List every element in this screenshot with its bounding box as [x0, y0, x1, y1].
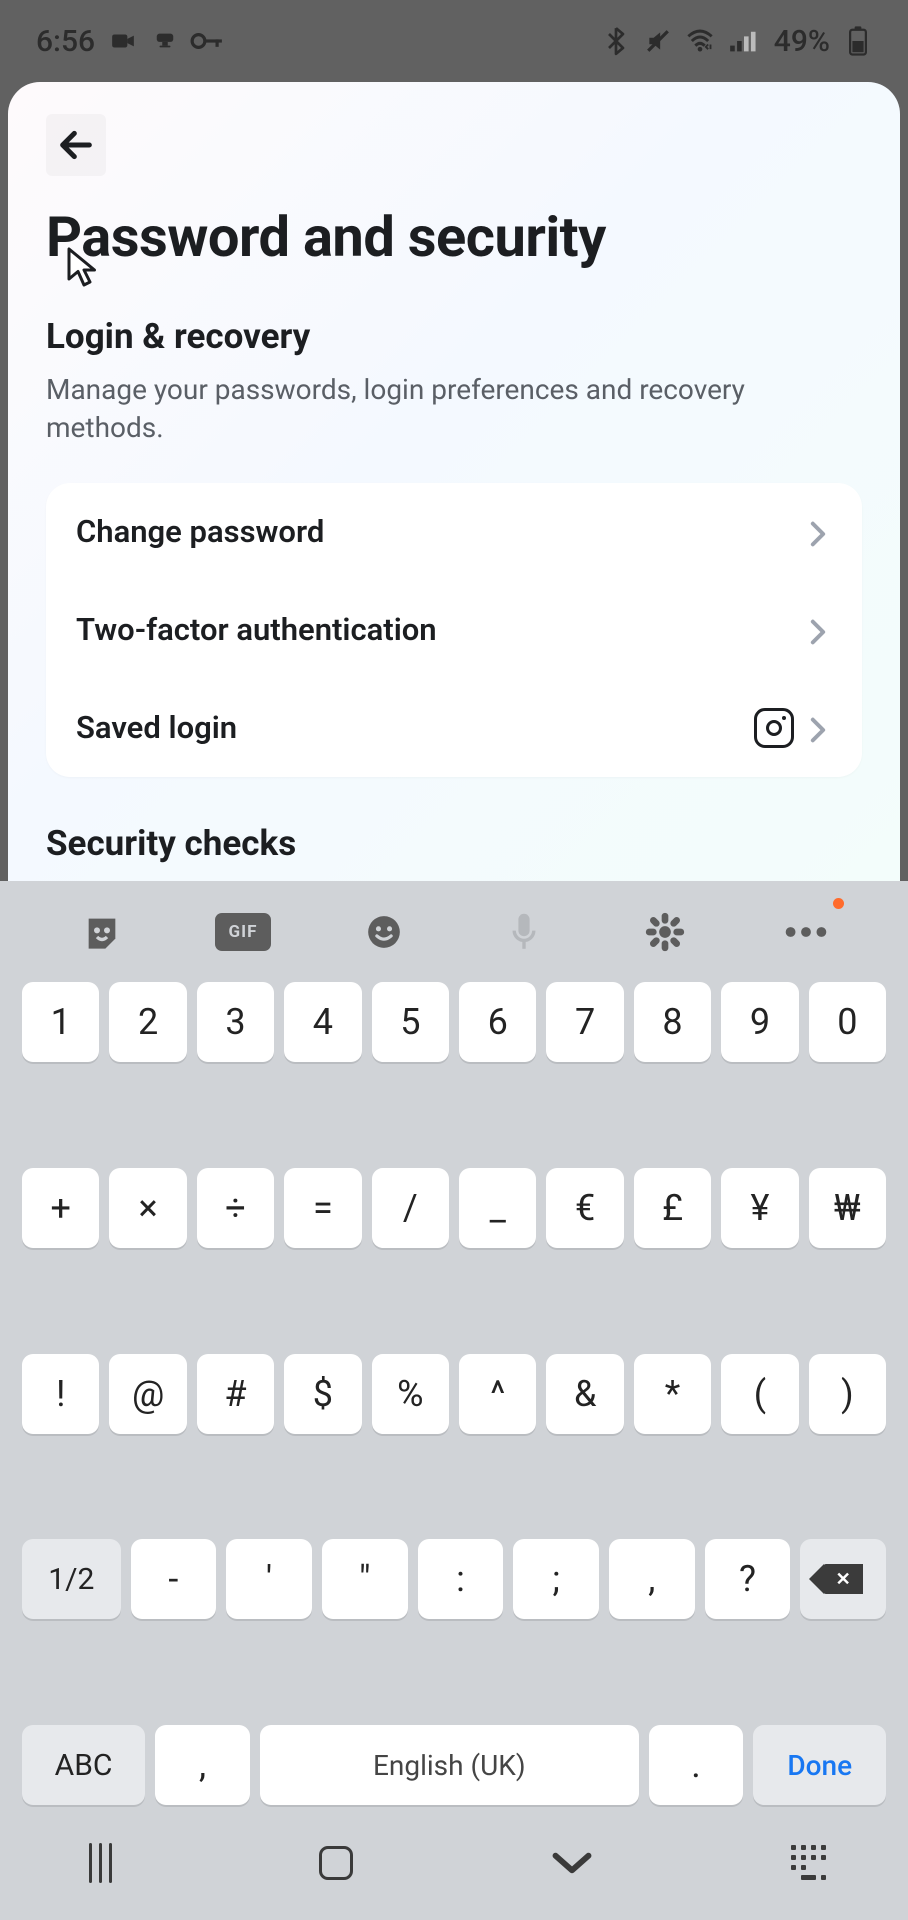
status-bar: 6:56 49%: [0, 0, 908, 82]
key-9[interactable]: 9: [721, 982, 798, 1062]
gif-icon[interactable]: GIF: [215, 904, 271, 960]
section-security-title: Security checks: [46, 823, 862, 864]
key-"[interactable]: ": [322, 1539, 408, 1619]
keyboard: GIF 1234567890 +×÷=/_€£¥₩ !@#$%^&*() 1/2…: [0, 881, 908, 1920]
key-:[interactable]: :: [418, 1539, 504, 1619]
chevron-right-icon: [810, 717, 832, 739]
key-5[interactable]: 5: [372, 982, 449, 1062]
signal-icon: [728, 27, 760, 55]
key-abc[interactable]: ABC: [22, 1725, 145, 1805]
key-0[interactable]: 0: [809, 982, 886, 1062]
key-backspace[interactable]: ✕: [800, 1539, 886, 1619]
key-space[interactable]: English (UK): [260, 1725, 639, 1805]
key-2[interactable]: 2: [109, 982, 186, 1062]
login-card: Change password Two-factor authenticatio…: [46, 483, 862, 777]
key-£[interactable]: £: [634, 1168, 711, 1248]
key-([interactable]: (: [721, 1354, 798, 1434]
status-time: 6:56: [36, 24, 95, 59]
key-_[interactable]: _: [459, 1168, 536, 1248]
key-×[interactable]: ×: [109, 1168, 186, 1248]
chevron-right-icon: [810, 619, 832, 641]
key-$[interactable]: $: [284, 1354, 361, 1434]
keyboard-toolbar: GIF: [0, 881, 908, 982]
more-icon[interactable]: [778, 904, 834, 960]
nav-keyboard-switch[interactable]: [780, 1835, 836, 1891]
row-label: Saved login: [76, 709, 237, 746]
row-saved-login[interactable]: Saved login: [76, 679, 832, 777]
key-page-1-2[interactable]: 1/2: [22, 1539, 121, 1619]
section-login-desc: Manage your passwords, login preferences…: [46, 371, 862, 447]
key-1[interactable]: 1: [22, 982, 99, 1062]
key-period[interactable]: .: [649, 1725, 744, 1805]
row-label: Two-factor authentication: [76, 611, 437, 648]
nav-recent[interactable]: [72, 1835, 128, 1891]
key-÷[interactable]: ÷: [197, 1168, 274, 1248]
key-₩[interactable]: ₩: [809, 1168, 886, 1248]
key-;[interactable]: ;: [513, 1539, 599, 1619]
key-comma[interactable]: ,: [155, 1725, 250, 1805]
key-€[interactable]: €: [546, 1168, 623, 1248]
key-#[interactable]: #: [197, 1354, 274, 1434]
nav-home[interactable]: [308, 1835, 364, 1891]
page-title: Password and security: [46, 204, 862, 270]
bluetooth-icon: [602, 27, 630, 55]
emoji-icon[interactable]: [356, 904, 412, 960]
status-battery-pct: 49%: [774, 24, 830, 59]
key-3[interactable]: 3: [197, 982, 274, 1062]
nav-back[interactable]: [544, 1835, 600, 1891]
voice-icon[interactable]: [496, 904, 552, 960]
key-+[interactable]: +: [22, 1168, 99, 1248]
conference-icon: [151, 27, 179, 55]
key-![interactable]: !: [22, 1354, 99, 1434]
key-@[interactable]: @: [109, 1354, 186, 1434]
row-two-factor[interactable]: Two-factor authentication: [76, 581, 832, 679]
section-login-title: Login & recovery: [46, 316, 862, 357]
key-7[interactable]: 7: [546, 982, 623, 1062]
keyboard-keys: 1234567890 +×÷=/_€£¥₩ !@#$%^&*() 1/2-'":…: [0, 982, 908, 1805]
key-%[interactable]: %: [372, 1354, 449, 1434]
key-done[interactable]: Done: [753, 1725, 886, 1805]
key-&[interactable]: &: [546, 1354, 623, 1434]
key-^[interactable]: ^: [459, 1354, 536, 1434]
key-,[interactable]: ,: [609, 1539, 695, 1619]
camera-icon: [109, 27, 137, 55]
nav-bar: [0, 1805, 908, 1920]
key-4[interactable]: 4: [284, 982, 361, 1062]
key--[interactable]: -: [131, 1539, 217, 1619]
key-/[interactable]: /: [372, 1168, 449, 1248]
back-button[interactable]: [46, 114, 106, 176]
sticker-icon[interactable]: [74, 904, 130, 960]
chevron-right-icon: [810, 521, 832, 543]
key-¥[interactable]: ¥: [721, 1168, 798, 1248]
battery-icon: [844, 27, 872, 55]
key-*[interactable]: *: [634, 1354, 711, 1434]
instagram-icon: [754, 708, 794, 748]
key-8[interactable]: 8: [634, 982, 711, 1062]
key-=[interactable]: =: [284, 1168, 361, 1248]
settings-icon[interactable]: [637, 904, 693, 960]
wifi-icon: [686, 27, 714, 55]
key-)[interactable]: ): [809, 1354, 886, 1434]
key-6[interactable]: 6: [459, 982, 536, 1062]
key-'[interactable]: ': [226, 1539, 312, 1619]
row-label: Change password: [76, 513, 324, 550]
key-?[interactable]: ?: [705, 1539, 791, 1619]
mute-icon: [644, 27, 672, 55]
row-change-password[interactable]: Change password: [76, 483, 832, 581]
key-icon: [193, 27, 221, 55]
